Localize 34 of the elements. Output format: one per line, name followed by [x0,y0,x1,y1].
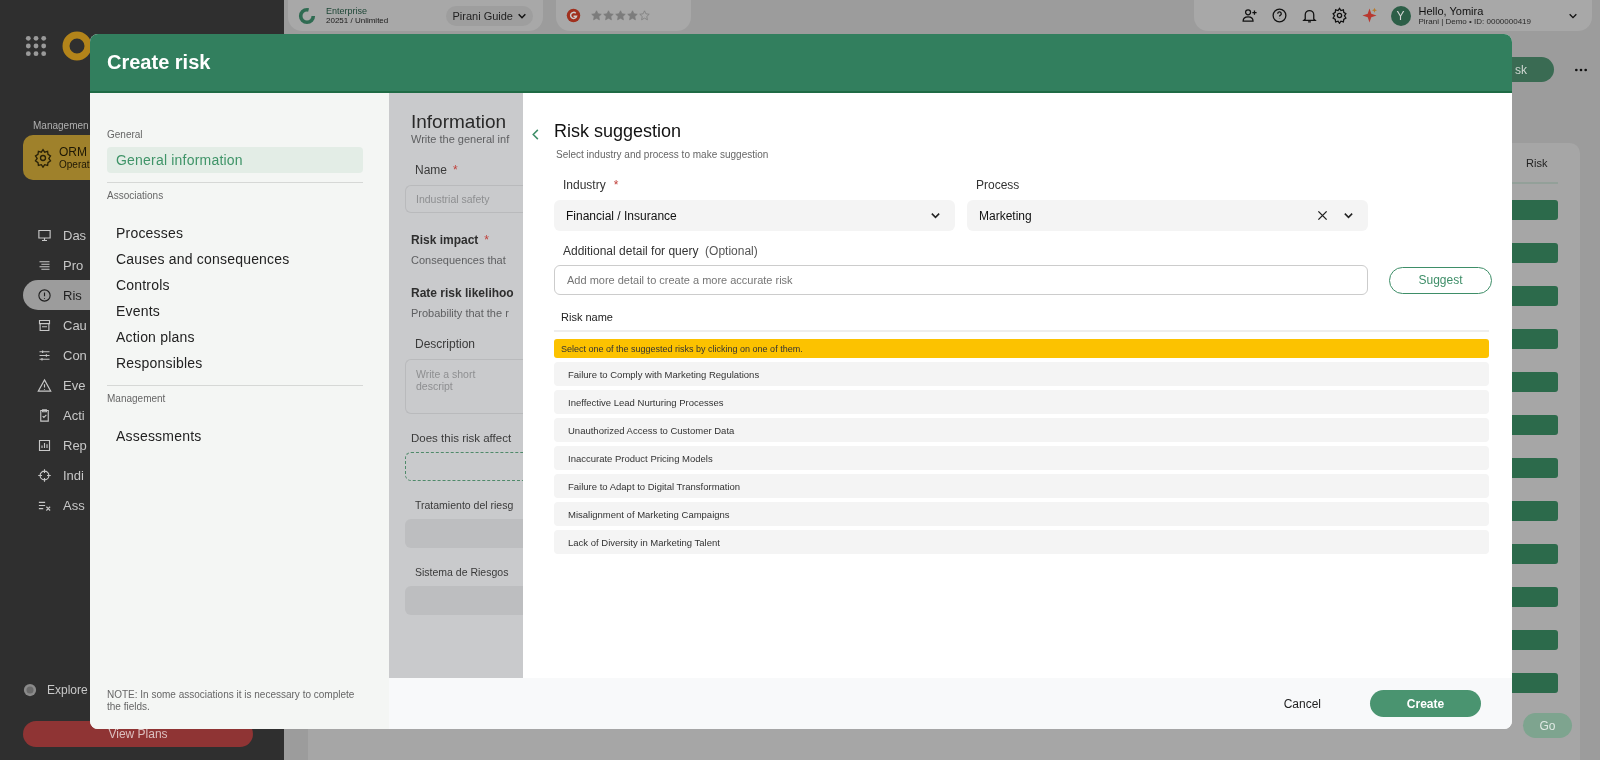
form-subtitle: Write the general inf [411,133,510,145]
module-subtitle: Operat [59,159,90,170]
field-label: Name [414,163,447,177]
required-mark: * [613,178,619,192]
note-text: NOTE: In some associations it is necessary to complete the fields. [107,689,356,713]
section-title: Risk impact [411,233,479,247]
field-label: Description [414,337,476,351]
greeting: Hello, Yomira [1418,5,1485,17]
form-title: Information [411,111,507,133]
section-hint: Probability that the r [411,307,509,319]
notice-text: Select one of the suggested risks by clicking on one of them. [561,343,803,354]
section-title: Rate risk likelihoo [411,286,514,300]
account-info: Pirani | Demo • ID: 0000000419 [1418,17,1531,26]
panel-title: Risk suggestion [554,121,682,142]
field-label: Additional detail for query (Optional) [563,244,758,258]
module-title: ORM [59,145,88,159]
column-header: Risk name [561,311,613,323]
nav-section-label: Management [107,393,167,404]
field-label: Tratamiento del riesg [414,499,514,511]
nav-section-label: General [107,129,144,140]
field-label: Does this risk affect [411,432,512,444]
field-label: Sistema de Riesgos [414,566,509,578]
nav-section-label: Associations [107,190,165,201]
plan-detail: 20251 / Unlimited [326,16,389,25]
required-mark: * [484,233,490,247]
field-label: Process [976,178,1020,192]
dialog-title: Create risk [107,51,211,74]
column-header: Risk [1526,156,1548,169]
required-mark: * [453,163,458,177]
plan-name: Enterprise [326,6,369,16]
field-label: Industry [563,178,606,192]
section-hint: Consequences that [411,254,506,266]
panel-subtitle: Select industry and process to make suggestion [556,149,769,160]
section-label: Managemen [33,120,90,131]
